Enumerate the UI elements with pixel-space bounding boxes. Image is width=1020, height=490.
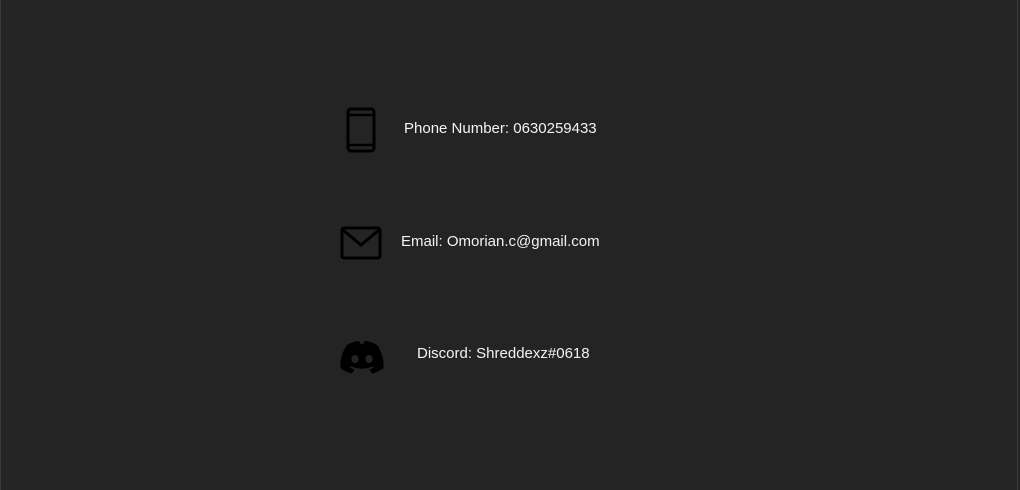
phone-number-text: Phone Number: 0630259433 [404,120,597,137]
mail-icon [340,226,382,260]
contact-page: Phone Number: 0630259433 Email: Omorian.… [0,0,1018,490]
email-text[interactable]: Email: Omorian.c@gmail.com [401,233,600,251]
discord-icon [339,340,385,374]
phone-icon [346,107,376,153]
discord-handle-text: Discord: Shreddexz#0618 [417,345,590,362]
